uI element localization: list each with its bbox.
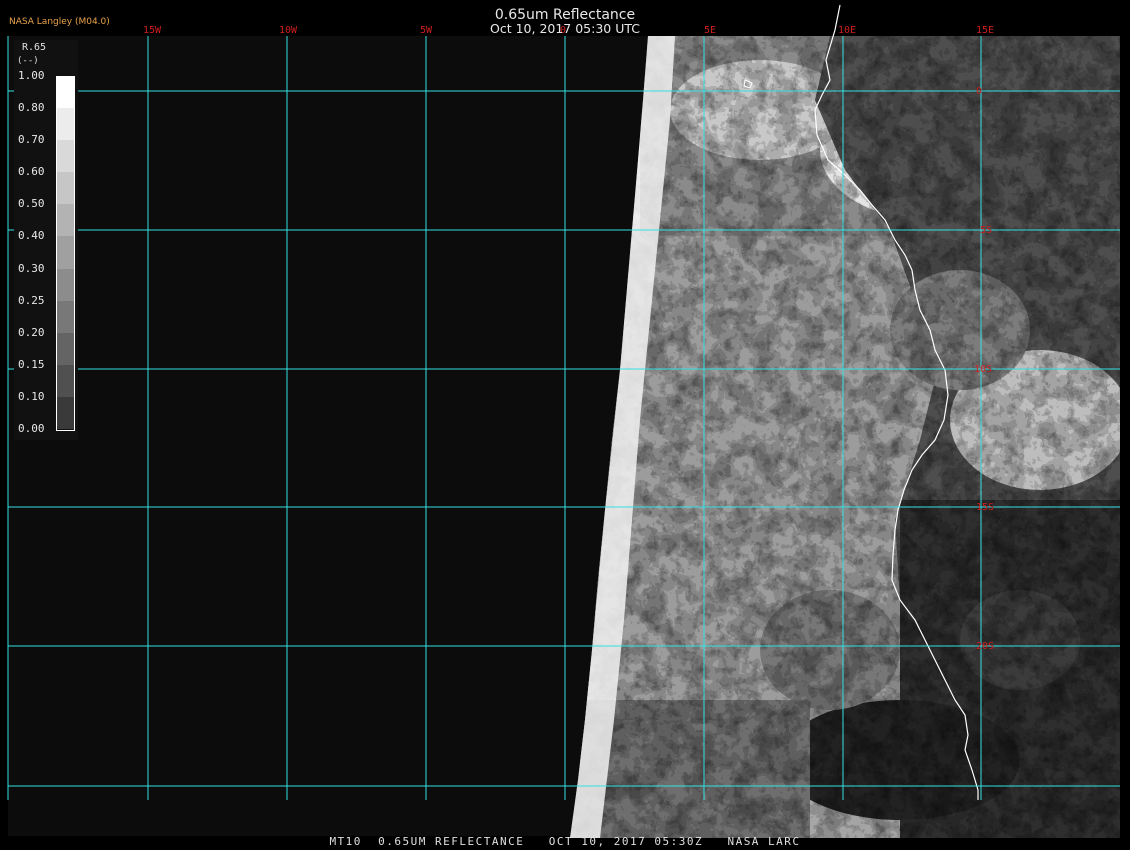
legend-tick: 0.00 (18, 422, 45, 435)
legend-tick: 0.70 (18, 133, 45, 147)
legend-tick: 0.25 (18, 293, 45, 307)
lat-label: 15S (976, 502, 994, 513)
satellite-image-panel: 15W 10W 5W 0 5E 10E 15E 0 5S 10S 15S 20S… (0, 0, 1130, 850)
lat-label: 10S (974, 364, 992, 375)
legend-tick: 0.60 (18, 165, 45, 179)
legend-tick: 0.80 (18, 101, 45, 115)
legend-tick: 1.00 (18, 69, 45, 82)
legend-variable: R.65 (22, 42, 47, 53)
map-canvas: 15W 10W 5W 0 5E 10E 15E 0 5S 10S 15S 20S (7, 4, 1120, 838)
legend-tick: 0.20 (18, 325, 45, 339)
legend-tick: 0.50 (18, 197, 45, 211)
lat-label: 20S (976, 641, 994, 652)
lat-label: 5S (980, 225, 992, 236)
lat-label: 0 (976, 86, 982, 97)
legend-unit: (--) (17, 56, 39, 66)
legend-colorbar-frame (56, 76, 75, 431)
organization-tag: NASA Langley (M04.0) (9, 17, 110, 27)
earth-imagery (570, 36, 1120, 838)
legend-tick: 0.10 (18, 389, 45, 403)
legend-tick: 0.30 (18, 261, 45, 275)
footer-caption: MT10 0.65UM REFLECTANCE OCT 10, 2017 05:… (329, 835, 801, 848)
legend-tick: 0.15 (18, 357, 45, 371)
image-timestamp: Oct 10, 2017 05:30 UTC (490, 21, 640, 36)
legend-tick: 0.40 (18, 229, 45, 243)
